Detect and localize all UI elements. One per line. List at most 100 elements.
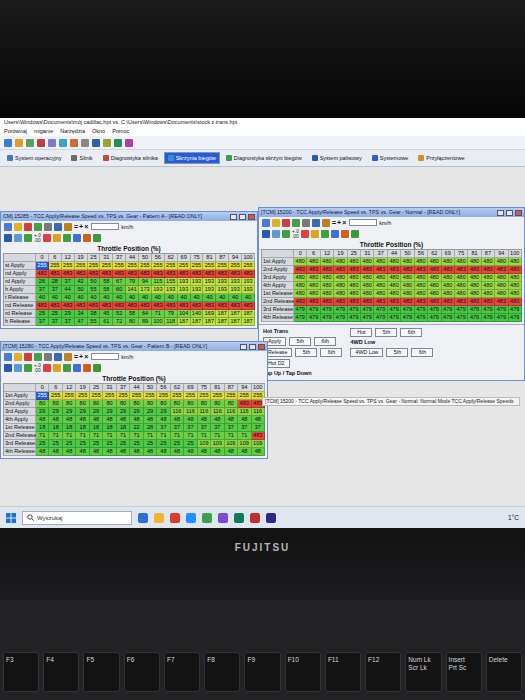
decimal-button[interactable]: .00 bbox=[34, 368, 41, 373]
maximize-icon[interactable] bbox=[249, 344, 256, 350]
table-cell[interactable]: 483 bbox=[509, 298, 522, 306]
table-cell[interactable]: 255 bbox=[63, 392, 76, 400]
table-cell[interactable]: 48 bbox=[225, 416, 238, 424]
table-cell[interactable]: 483 bbox=[388, 266, 401, 274]
table-cell[interactable]: 255 bbox=[203, 262, 216, 270]
table-cell[interactable]: 100 bbox=[152, 318, 165, 326]
table-cell[interactable]: 89 bbox=[139, 318, 152, 326]
color-tool-icon[interactable] bbox=[93, 364, 101, 372]
table-cell[interactable]: 483 bbox=[415, 298, 428, 306]
table-cell[interactable]: 48 bbox=[144, 448, 157, 456]
close-icon[interactable] bbox=[258, 344, 265, 350]
toolbar-tool-icon[interactable] bbox=[81, 139, 89, 147]
table-cell[interactable]: 48 bbox=[63, 416, 76, 424]
table-cell[interactable]: 48 bbox=[184, 416, 197, 424]
table-cell[interactable]: 483 bbox=[165, 270, 178, 278]
table-cell[interactable]: 37 bbox=[252, 424, 265, 432]
table-cell[interactable]: 480 bbox=[334, 274, 347, 282]
color-tool-icon[interactable] bbox=[331, 230, 339, 238]
table-cell[interactable]: 40 bbox=[36, 294, 49, 302]
table-cell[interactable]: 483 bbox=[468, 266, 481, 274]
table-cell[interactable]: 483 bbox=[242, 302, 255, 310]
table-cell[interactable]: 483 bbox=[242, 270, 255, 278]
table-cell[interactable]: 25 bbox=[103, 440, 116, 448]
table-tool-icon[interactable] bbox=[64, 223, 72, 231]
table-cell[interactable]: 483 bbox=[203, 302, 216, 310]
table-cell[interactable]: 48 bbox=[211, 416, 224, 424]
table-cell[interactable]: 80 bbox=[117, 400, 130, 408]
table-cell[interactable]: 52 bbox=[113, 310, 126, 318]
table-cell[interactable]: 48 bbox=[157, 448, 170, 456]
table-cell[interactable]: 80 bbox=[76, 400, 89, 408]
table-cell[interactable]: 37 bbox=[36, 286, 49, 294]
tab[interactable]: Przyłączeniowe bbox=[414, 152, 468, 164]
table-cell[interactable]: 483 bbox=[216, 270, 229, 278]
table-cell[interactable]: 193 bbox=[191, 286, 204, 294]
table-cell[interactable]: 479 bbox=[374, 306, 387, 314]
decimal-button[interactable]: +.0 bbox=[34, 363, 41, 368]
table-cell[interactable]: 55 bbox=[88, 318, 101, 326]
table-cell[interactable]: 255 bbox=[178, 262, 191, 270]
table-cell[interactable]: 255 bbox=[157, 392, 170, 400]
table-tool-icon[interactable] bbox=[4, 353, 12, 361]
table-cell[interactable]: 29 bbox=[49, 408, 62, 416]
table-cell[interactable]: 29 bbox=[63, 408, 76, 416]
table-cell[interactable]: 58 bbox=[126, 310, 139, 318]
table-cell[interactable]: 483 bbox=[100, 302, 113, 310]
table-cell[interactable]: 141 bbox=[126, 286, 139, 294]
table-cell[interactable]: 18 bbox=[90, 424, 103, 432]
table-tool-icon[interactable] bbox=[322, 219, 330, 227]
table-cell[interactable]: 116 bbox=[171, 408, 184, 416]
table-cell[interactable]: 479 bbox=[415, 314, 428, 322]
table-cell[interactable]: 71 bbox=[171, 432, 184, 440]
table-cell[interactable]: 48 bbox=[252, 416, 265, 424]
table-cell[interactable]: 116 bbox=[252, 408, 265, 416]
table-cell[interactable]: 483 bbox=[442, 266, 455, 274]
table-cell[interactable]: 480 bbox=[482, 290, 495, 298]
table-cell[interactable]: 48 bbox=[238, 416, 251, 424]
table-cell[interactable]: 483 bbox=[388, 298, 401, 306]
close-icon[interactable] bbox=[248, 214, 255, 220]
table-cell[interactable]: 48 bbox=[157, 416, 170, 424]
table-cell[interactable]: 25 bbox=[144, 440, 157, 448]
table-cell[interactable]: 479 bbox=[401, 306, 414, 314]
view-tool-icon[interactable] bbox=[4, 234, 12, 242]
table-cell[interactable]: 40 bbox=[178, 294, 191, 302]
tab[interactable]: Diagnostyka silnika bbox=[99, 152, 162, 164]
table-cell[interactable]: 71 bbox=[130, 432, 143, 440]
table-cell[interactable]: 255 bbox=[103, 392, 116, 400]
table-cell[interactable]: 480 bbox=[509, 258, 522, 266]
table-cell[interactable]: 71 bbox=[90, 432, 103, 440]
table-cell[interactable]: 483 bbox=[455, 266, 468, 274]
table-tool-icon[interactable] bbox=[44, 353, 52, 361]
table-cell[interactable]: 479 bbox=[307, 314, 320, 322]
table-cell[interactable]: 29 bbox=[90, 408, 103, 416]
table-cell[interactable]: 483 bbox=[178, 270, 191, 278]
table-cell[interactable]: 71 bbox=[36, 432, 49, 440]
color-tool-icon[interactable] bbox=[53, 364, 61, 372]
table-cell[interactable]: 483 bbox=[229, 302, 242, 310]
color-tool-icon[interactable] bbox=[341, 230, 349, 238]
table-cell[interactable]: 80 bbox=[103, 400, 116, 408]
table-cell[interactable]: 255 bbox=[62, 262, 75, 270]
table-cell[interactable]: 48 bbox=[90, 416, 103, 424]
table-cell[interactable]: 480 bbox=[455, 258, 468, 266]
table-cell[interactable]: 255 bbox=[90, 392, 103, 400]
table-cell[interactable]: 48 bbox=[225, 448, 238, 456]
table-cell[interactable]: 71 bbox=[157, 432, 170, 440]
table-cell[interactable]: 479 bbox=[442, 306, 455, 314]
table-cell[interactable]: 37 bbox=[49, 286, 62, 294]
table-cell[interactable]: 48 bbox=[36, 416, 49, 424]
table-cell[interactable]: 480 bbox=[415, 258, 428, 266]
table-cell[interactable]: 479 bbox=[334, 306, 347, 314]
table-cell[interactable]: 255 bbox=[100, 262, 113, 270]
table-cell[interactable]: 479 bbox=[334, 314, 347, 322]
table-cell[interactable]: 193 bbox=[242, 286, 255, 294]
table-cell[interactable]: 18 bbox=[76, 424, 89, 432]
table-cell[interactable]: 480 bbox=[321, 290, 334, 298]
taskbar-app-icon[interactable] bbox=[170, 513, 180, 523]
table-cell[interactable]: 44 bbox=[62, 286, 75, 294]
table-cell[interactable]: 483 bbox=[139, 270, 152, 278]
table-cell[interactable]: 40 bbox=[113, 294, 126, 302]
table-cell[interactable]: 25 bbox=[36, 440, 49, 448]
